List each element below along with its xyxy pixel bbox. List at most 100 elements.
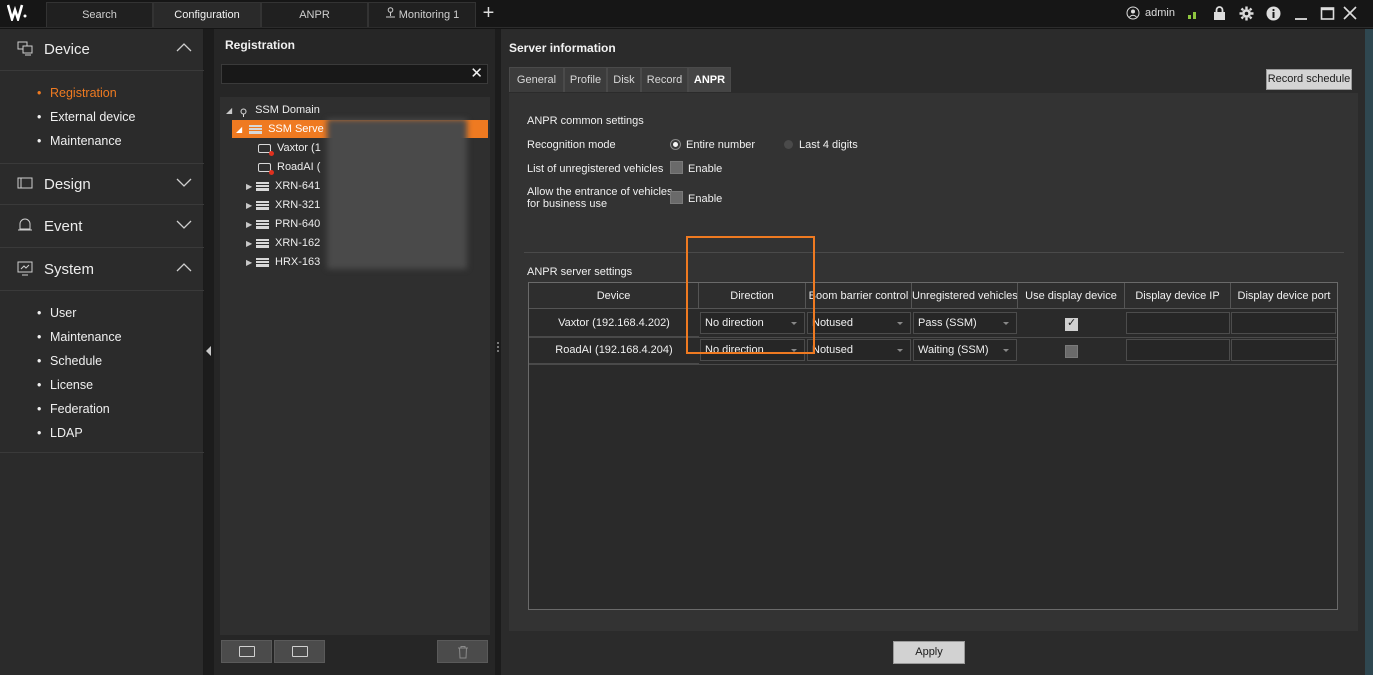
- tab-profile[interactable]: Profile: [564, 67, 607, 92]
- lock-icon[interactable]: [1213, 6, 1226, 24]
- unregistered-vehicles-dropdown[interactable]: Pass (SSM): [913, 312, 1017, 334]
- column-header-unregistered-vehicles[interactable]: Unregistered vehicles: [912, 283, 1018, 309]
- unregistered-vehicles-dropdown[interactable]: Waiting (SSM): [913, 339, 1017, 361]
- record-schedule-button[interactable]: Record schedule: [1266, 69, 1352, 90]
- nav-event-header[interactable]: Event: [0, 206, 204, 248]
- info-icon[interactable]: [1266, 6, 1281, 24]
- tree-expand-icon[interactable]: ▶: [246, 254, 256, 272]
- minimize-icon[interactable]: [1294, 6, 1308, 24]
- anpr-server-table: Device Direction Boom barrier control Un…: [528, 282, 1338, 610]
- device-tree: ◢ SSM Domain ◢ SSM Serve Vaxtor (1 RoadA…: [220, 97, 490, 635]
- column-header-device[interactable]: Device: [529, 283, 699, 309]
- display-device-ip-input[interactable]: [1126, 339, 1230, 361]
- left-splitter[interactable]: [204, 29, 214, 675]
- unregistered-enable-checkbox[interactable]: [670, 161, 683, 174]
- business-use-label-line2: for business use: [527, 198, 608, 210]
- delete-button[interactable]: [437, 640, 488, 663]
- apply-button[interactable]: Apply: [893, 641, 965, 664]
- chevron-up-icon[interactable]: [176, 261, 192, 275]
- use-display-device-checkbox[interactable]: [1065, 316, 1078, 331]
- tree-node-device[interactable]: ▶ XRN-641: [246, 177, 320, 195]
- dropdown-caret-icon: [897, 322, 903, 325]
- tab-anpr[interactable]: ANPR: [261, 2, 368, 27]
- nav-item-federation[interactable]: Federation: [37, 402, 110, 416]
- tree-expand-icon[interactable]: ▶: [246, 178, 256, 196]
- boom-barrier-dropdown[interactable]: Notused: [807, 312, 911, 334]
- clear-search-icon[interactable]: ✕: [470, 65, 483, 83]
- nav-item-registration[interactable]: Registration: [37, 86, 117, 100]
- tab-record[interactable]: Record: [641, 67, 688, 92]
- chevron-down-icon[interactable]: [176, 218, 192, 232]
- column-header-boom-barrier[interactable]: Boom barrier control: [806, 283, 912, 309]
- nav-item-license[interactable]: License: [37, 378, 93, 392]
- display-device-port-input[interactable]: [1231, 339, 1336, 361]
- use-display-device-checkbox[interactable]: [1065, 345, 1078, 358]
- nav-device-header[interactable]: Device: [0, 29, 204, 71]
- display-device-port-input[interactable]: [1231, 312, 1336, 334]
- tree-expand-icon[interactable]: ▶: [246, 216, 256, 234]
- display-device-ip-input[interactable]: [1126, 312, 1230, 334]
- tab-monitoring-label: Monitoring 1: [398, 9, 460, 21]
- nav-design-header[interactable]: Design: [0, 163, 204, 205]
- radio-entire-number[interactable]: [671, 140, 680, 149]
- tree-expand-icon[interactable]: ▶: [246, 235, 256, 253]
- anpr-camera-icon: [258, 143, 274, 156]
- tab-anpr-label: ANPR: [299, 9, 330, 21]
- tab-disk[interactable]: Disk: [607, 67, 641, 92]
- splitter-grip-icon[interactable]: [497, 342, 499, 352]
- nav-item-schedule[interactable]: Schedule: [37, 354, 102, 368]
- tab-anpr-settings[interactable]: ANPR: [688, 67, 731, 92]
- dropdown-caret-icon: [1003, 322, 1009, 325]
- nav-item-device-maintenance[interactable]: Maintenance: [37, 134, 122, 148]
- tree-node-device[interactable]: ▶ XRN-321: [246, 196, 320, 214]
- server-info-title: Server information: [509, 41, 616, 55]
- column-header-use-display-device[interactable]: Use display device: [1018, 283, 1125, 309]
- collapse-left-icon[interactable]: [206, 346, 211, 356]
- server-information-panel: Server information General Profile Disk …: [501, 29, 1365, 675]
- radio-last-4-digits[interactable]: [784, 140, 793, 149]
- tree-node-device[interactable]: ▶ HRX-163: [246, 253, 320, 271]
- radio-last-4-digits-label[interactable]: Last 4 digits: [799, 139, 858, 151]
- tab-search[interactable]: Search: [46, 2, 153, 27]
- add-tab-button[interactable]: +: [477, 2, 500, 26]
- nav-item-user[interactable]: User: [37, 306, 76, 320]
- nav-system-header[interactable]: System: [0, 249, 204, 291]
- user-name[interactable]: admin: [1145, 7, 1175, 19]
- tab-monitoring[interactable]: Monitoring 1: [368, 2, 476, 27]
- chevron-down-icon[interactable]: [176, 176, 192, 190]
- tree-device-label: Vaxtor (1: [277, 142, 321, 154]
- tab-record-label: Record: [646, 74, 683, 86]
- unregistered-vehicles-dropdown-value: Waiting (SSM): [918, 344, 989, 356]
- gear-icon[interactable]: [1239, 6, 1254, 24]
- anpr-server-settings-title: ANPR server settings: [527, 266, 633, 278]
- boom-barrier-dropdown[interactable]: Notused: [807, 339, 911, 361]
- tree-node-device[interactable]: ▶ XRN-162: [246, 234, 320, 252]
- chevron-up-icon[interactable]: [176, 41, 192, 55]
- tree-toggle-icon[interactable]: ◢: [226, 102, 236, 120]
- maximize-icon[interactable]: [1320, 6, 1335, 24]
- unregistered-enable-label[interactable]: Enable: [688, 163, 722, 175]
- system-icon: [17, 261, 33, 276]
- business-use-enable-checkbox[interactable]: [670, 191, 683, 204]
- tree-node-device[interactable]: Vaxtor (1: [258, 139, 321, 157]
- tree-node-device[interactable]: RoadAI (: [258, 158, 320, 176]
- tree-toggle-icon[interactable]: ◢: [236, 121, 246, 139]
- registration-panel: Registration ✕ ◢ SSM Domain ◢ SSM Serve …: [214, 29, 495, 675]
- column-header-display-device-port[interactable]: Display device port: [1231, 283, 1337, 309]
- tab-configuration[interactable]: Configuration: [153, 2, 261, 27]
- close-icon[interactable]: [1343, 6, 1357, 23]
- tree-node-domain[interactable]: ◢ SSM Domain: [226, 101, 320, 119]
- business-use-enable-label[interactable]: Enable: [688, 193, 722, 205]
- registration-search-input[interactable]: ✕: [221, 64, 488, 84]
- add-device-button[interactable]: [274, 640, 325, 663]
- nav-item-external-device[interactable]: External device: [37, 110, 135, 124]
- nav-item-ldap[interactable]: LDAP: [37, 426, 83, 440]
- tree-node-device[interactable]: ▶ PRN-640: [246, 215, 320, 233]
- tab-general[interactable]: General: [509, 67, 564, 92]
- anpr-settings-content: ANPR common settings Recognition mode En…: [509, 93, 1358, 631]
- add-server-button[interactable]: [221, 640, 272, 663]
- column-header-display-device-ip[interactable]: Display device IP: [1125, 283, 1231, 309]
- nav-item-system-maintenance[interactable]: Maintenance: [37, 330, 122, 344]
- tree-expand-icon[interactable]: ▶: [246, 197, 256, 215]
- radio-entire-number-label[interactable]: Entire number: [686, 139, 755, 151]
